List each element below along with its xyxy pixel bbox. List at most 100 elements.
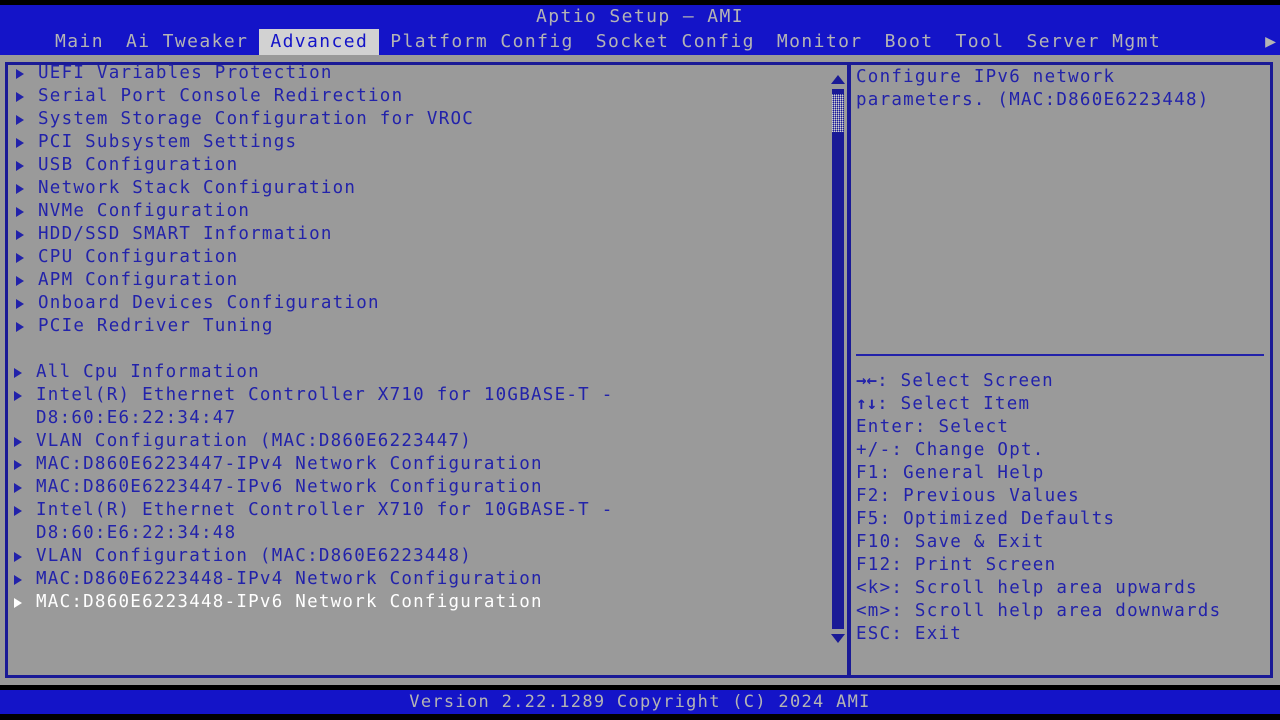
list-item[interactable]: MAC:D860E6223447-IPv6 Network Configurat…	[8, 476, 836, 499]
key-legend-row: ESC: Exit	[856, 623, 1266, 646]
list-item[interactable]: VLAN Configuration (MAC:D860E6223447)	[8, 430, 836, 453]
list-item: D8:60:E6:22:34:48	[8, 522, 836, 545]
key-legend-label: Enter: Select	[856, 417, 1010, 437]
list-item[interactable]: UEFI Variables Protection	[8, 62, 836, 85]
key-legend-row: F2: Previous Values	[856, 485, 1266, 508]
list-item[interactable]: Serial Port Console Redirection	[8, 85, 836, 108]
list-item[interactable]: HDD/SSD SMART Information	[8, 223, 836, 246]
key-glyph-icon: ↑↓	[856, 394, 878, 414]
app-title: Aptio Setup – AMI	[535, 6, 745, 27]
submenu-arrow-icon	[14, 575, 22, 585]
list-item[interactable]: Intel(R) Ethernet Controller X710 for 10…	[8, 499, 836, 522]
key-legend-row: Enter: Select	[856, 416, 1266, 439]
submenu-arrow-icon	[16, 115, 24, 125]
scrollbar-thumb[interactable]	[832, 94, 844, 132]
list-item-label: Onboard Devices Configuration	[38, 293, 380, 313]
list-item-label: APM Configuration	[38, 270, 239, 290]
submenu-arrow-icon	[14, 437, 22, 447]
scroll-down-arrow-icon[interactable]	[831, 634, 845, 643]
list-item[interactable]: PCIe Redriver Tuning	[8, 315, 836, 338]
tab-platform-config[interactable]: Platform Config	[379, 29, 585, 55]
tab-ai-tweaker[interactable]: Ai Tweaker	[115, 29, 259, 55]
menu-more-arrow-icon[interactable]: ▶	[1265, 29, 1280, 55]
key-legend-label: F1: General Help	[856, 463, 1045, 483]
key-legend-row: ↑↓: Select Item	[856, 393, 1266, 416]
key-legend: →←: Select Screen ↑↓: Select Item Enter: S…	[856, 370, 1266, 646]
list-item[interactable]: Network Stack Configuration	[8, 177, 836, 200]
list-item-label: System Storage Configuration for VROC	[38, 109, 475, 129]
list-item-label: HDD/SSD SMART Information	[38, 224, 333, 244]
help-panel: Configure IPv6 network parameters. (MAC:D…	[856, 66, 1266, 672]
tab-advanced[interactable]: Advanced	[259, 29, 380, 55]
menu-bar: Main Ai Tweaker Advanced Platform Config Soc…	[0, 29, 1280, 55]
list-item-label: CPU Configuration	[38, 247, 239, 267]
list-item-label: VLAN Configuration (MAC:D860E6223448)	[36, 546, 473, 566]
list-item[interactable]: USB Configuration	[8, 154, 836, 177]
key-legend-label: : Select Item	[877, 394, 1031, 414]
help-line: Configure IPv6 network	[856, 67, 1116, 87]
scrollbar-track[interactable]	[832, 89, 844, 629]
help-description: Configure IPv6 network parameters. (MAC:D…	[856, 66, 1266, 112]
list-item[interactable]: CPU Configuration	[8, 246, 836, 269]
submenu-arrow-icon	[16, 207, 24, 217]
version-text: Version 2.22.1289 Copyright (C) 2024 AMI	[409, 692, 871, 712]
tab-socket-config[interactable]: Socket Config	[585, 29, 766, 55]
list-item[interactable]: MAC:D860E6223447-IPv4 Network Configurat…	[8, 453, 836, 476]
key-legend-row: F5: Optimized Defaults	[856, 508, 1266, 531]
tab-monitor[interactable]: Monitor	[766, 29, 874, 55]
list-item-label: PCI Subsystem Settings	[38, 132, 298, 152]
list-item-label: MAC:D860E6223447-IPv4 Network Configurat…	[36, 454, 543, 474]
submenu-arrow-icon	[16, 299, 24, 309]
key-glyph-icon: →←	[856, 371, 878, 391]
list-item[interactable]: All Cpu Information	[8, 361, 836, 384]
key-legend-row: →←: Select Screen	[856, 370, 1266, 393]
submenu-arrow-icon	[14, 598, 22, 608]
key-legend-row: <m>: Scroll help area downwards	[856, 600, 1266, 623]
submenu-arrow-icon	[14, 483, 22, 493]
list-item[interactable]: VLAN Configuration (MAC:D860E6223448)	[8, 545, 836, 568]
tab-boot[interactable]: Boot	[874, 29, 945, 55]
tab-main[interactable]: Main	[44, 29, 115, 55]
key-legend-row: F12: Print Screen	[856, 554, 1266, 577]
options-scrollbar[interactable]	[830, 72, 846, 646]
list-item-label: D8:60:E6:22:34:47	[36, 408, 237, 428]
list-item-label: D8:60:E6:22:34:48	[36, 523, 237, 543]
submenu-arrow-icon	[16, 138, 24, 148]
submenu-arrow-icon	[14, 506, 22, 516]
tab-server-mgmt[interactable]: Server Mgmt	[1015, 29, 1172, 55]
tab-tool[interactable]: Tool	[945, 29, 1016, 55]
list-item[interactable]: Intel(R) Ethernet Controller X710 for 10…	[8, 384, 836, 407]
key-legend-row: F10: Save & Exit	[856, 531, 1266, 554]
list-item[interactable]: PCI Subsystem Settings	[8, 131, 836, 154]
list-item-label: Intel(R) Ethernet Controller X710 for 10…	[36, 385, 614, 405]
list-item[interactable]: Onboard Devices Configuration	[8, 292, 836, 315]
list-item-label: UEFI Variables Protection	[38, 63, 333, 83]
submenu-arrow-icon	[16, 69, 24, 79]
scroll-up-arrow-icon[interactable]	[831, 75, 845, 84]
submenu-arrow-icon	[14, 552, 22, 562]
submenu-arrow-icon	[16, 184, 24, 194]
panel-divider	[847, 62, 851, 678]
submenu-arrow-icon	[16, 161, 24, 171]
list-item[interactable]: NVMe Configuration	[8, 200, 836, 223]
key-legend-row: +/-: Change Opt.	[856, 439, 1266, 462]
list-item-label: MAC:D860E6223448-IPv6 Network Configurat…	[36, 592, 543, 612]
key-legend-label: <k>: Scroll help area upwards	[856, 578, 1198, 598]
list-item-label: MAC:D860E6223448-IPv4 Network Configurat…	[36, 569, 543, 589]
key-legend-label: <m>: Scroll help area downwards	[856, 601, 1222, 621]
key-legend-row: <k>: Scroll help area upwards	[856, 577, 1266, 600]
submenu-arrow-icon	[14, 368, 22, 378]
key-legend-label: : Select Screen	[877, 371, 1054, 391]
help-line: parameters. (MAC:D860E6223448)	[856, 90, 1210, 110]
key-legend-label: +/-: Change Opt.	[856, 440, 1045, 460]
list-item-label: Network Stack Configuration	[38, 178, 357, 198]
list-item[interactable]: MAC:D860E6223448-IPv4 Network Configurat…	[8, 568, 836, 591]
list-item: D8:60:E6:22:34:47	[8, 407, 836, 430]
submenu-arrow-icon	[16, 276, 24, 286]
list-item[interactable]: System Storage Configuration for VROC	[8, 108, 836, 131]
list-item-label: VLAN Configuration (MAC:D860E6223447)	[36, 431, 473, 451]
list-item[interactable]: APM Configuration	[8, 269, 836, 292]
list-item-selected[interactable]: MAC:D860E6223448-IPv6 Network Configurat…	[8, 591, 836, 614]
list-item-label: USB Configuration	[38, 155, 239, 175]
key-legend-row: F1: General Help	[856, 462, 1266, 485]
